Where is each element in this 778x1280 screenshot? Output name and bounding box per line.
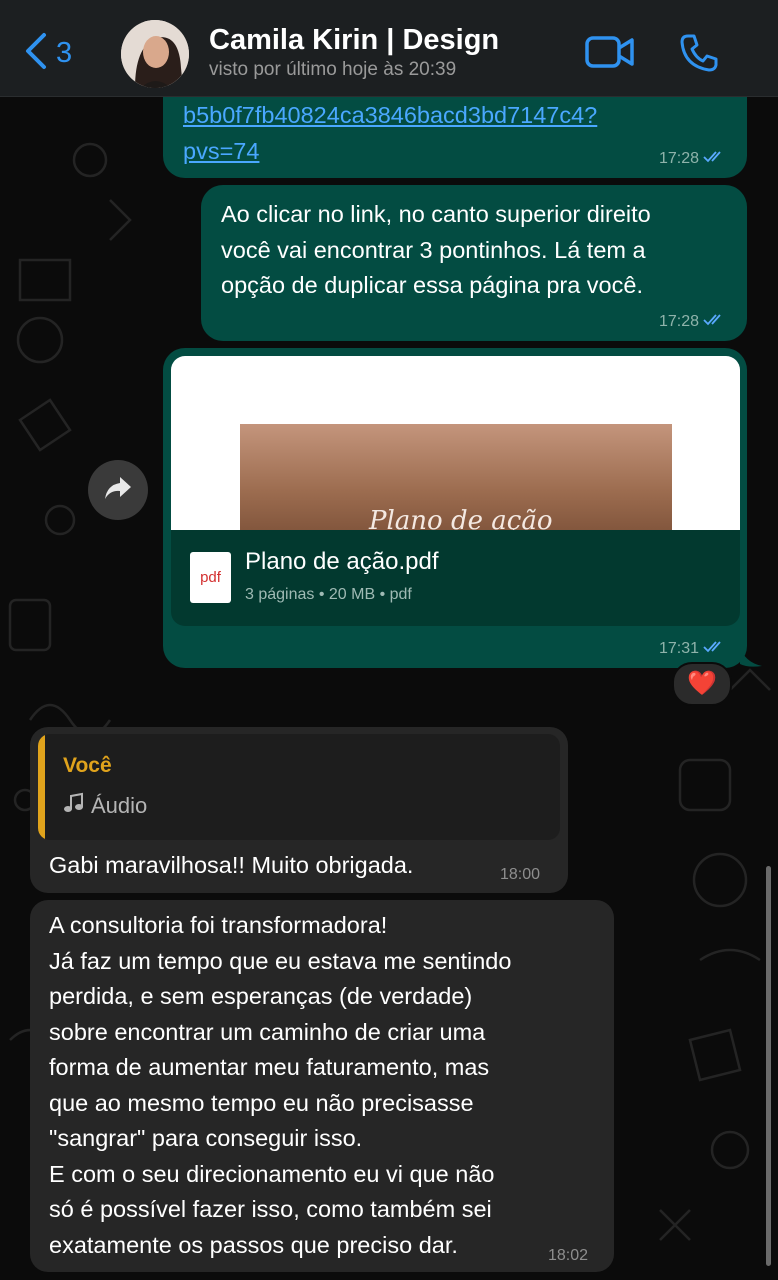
pdf-preview-thumbnail[interactable]: Plano de ação: [171, 356, 740, 530]
forward-button[interactable]: [88, 460, 148, 520]
message-timestamp: 18:02: [548, 1247, 589, 1264]
document-message-bubble: Plano de ação pdf Plano de ação.pdf 3 pá…: [163, 348, 747, 668]
double-check-icon: [703, 150, 725, 168]
message-text: Gabi maravilhosa!! Muito obrigada.: [49, 852, 414, 878]
message-text: Ao clicar no link, no canto superior dir…: [221, 201, 651, 298]
message-timestamp: 17:31: [659, 640, 725, 658]
last-seen-status: visto por último hoje às 20:39: [209, 59, 457, 80]
quote-content: Áudio: [63, 792, 147, 820]
pdf-file-icon: pdf: [190, 552, 231, 603]
message-timestamp: 18:00: [500, 866, 541, 883]
unread-count: 3: [56, 36, 73, 69]
heart-reaction[interactable]: ❤️: [672, 662, 732, 706]
testimonial-message-bubble: A consultoria foi transformadora! Já faz…: [30, 900, 614, 1272]
bubble-tail: [740, 646, 762, 667]
file-info-bar[interactable]: pdf Plano de ação.pdf 3 páginas • 20 MB …: [171, 530, 740, 626]
message-timestamp: 17:28: [659, 313, 725, 331]
forward-arrow-icon: [103, 475, 133, 506]
message-text: A consultoria foi transformadora! Já faz…: [49, 912, 512, 1258]
chat-header: 3 Camila Kirin | Design visto por último…: [0, 0, 778, 97]
double-check-icon: [703, 640, 725, 658]
message-timestamp: 17:28: [659, 150, 725, 168]
file-name: Plano de ação.pdf: [245, 548, 439, 575]
music-note-icon: [63, 792, 85, 820]
quote-author: Você: [63, 754, 112, 777]
preview-title: Plano de ação: [369, 506, 553, 530]
shared-link-line-2[interactable]: pvs=74: [183, 134, 597, 170]
shared-link-line-1[interactable]: b5b0f7fb40824ca3846bacd3bd7147c4?: [183, 98, 597, 134]
quoted-message[interactable]: Você Áudio: [38, 734, 560, 840]
heart-icon: ❤️: [687, 670, 717, 697]
instruction-message-bubble: Ao clicar no link, no canto superior dir…: [201, 185, 747, 341]
double-check-icon: [703, 313, 725, 331]
chevron-left-icon: [22, 31, 48, 76]
scrollbar[interactable]: [766, 866, 771, 1266]
video-call-icon[interactable]: [585, 35, 635, 74]
back-button[interactable]: 3: [22, 30, 72, 76]
quote-accent-bar: [38, 734, 45, 840]
avatar[interactable]: [121, 20, 189, 88]
phone-icon[interactable]: [679, 33, 719, 78]
file-meta: 3 páginas • 20 MB • pdf: [245, 586, 412, 603]
contact-name[interactable]: Camila Kirin | Design: [209, 24, 499, 57]
